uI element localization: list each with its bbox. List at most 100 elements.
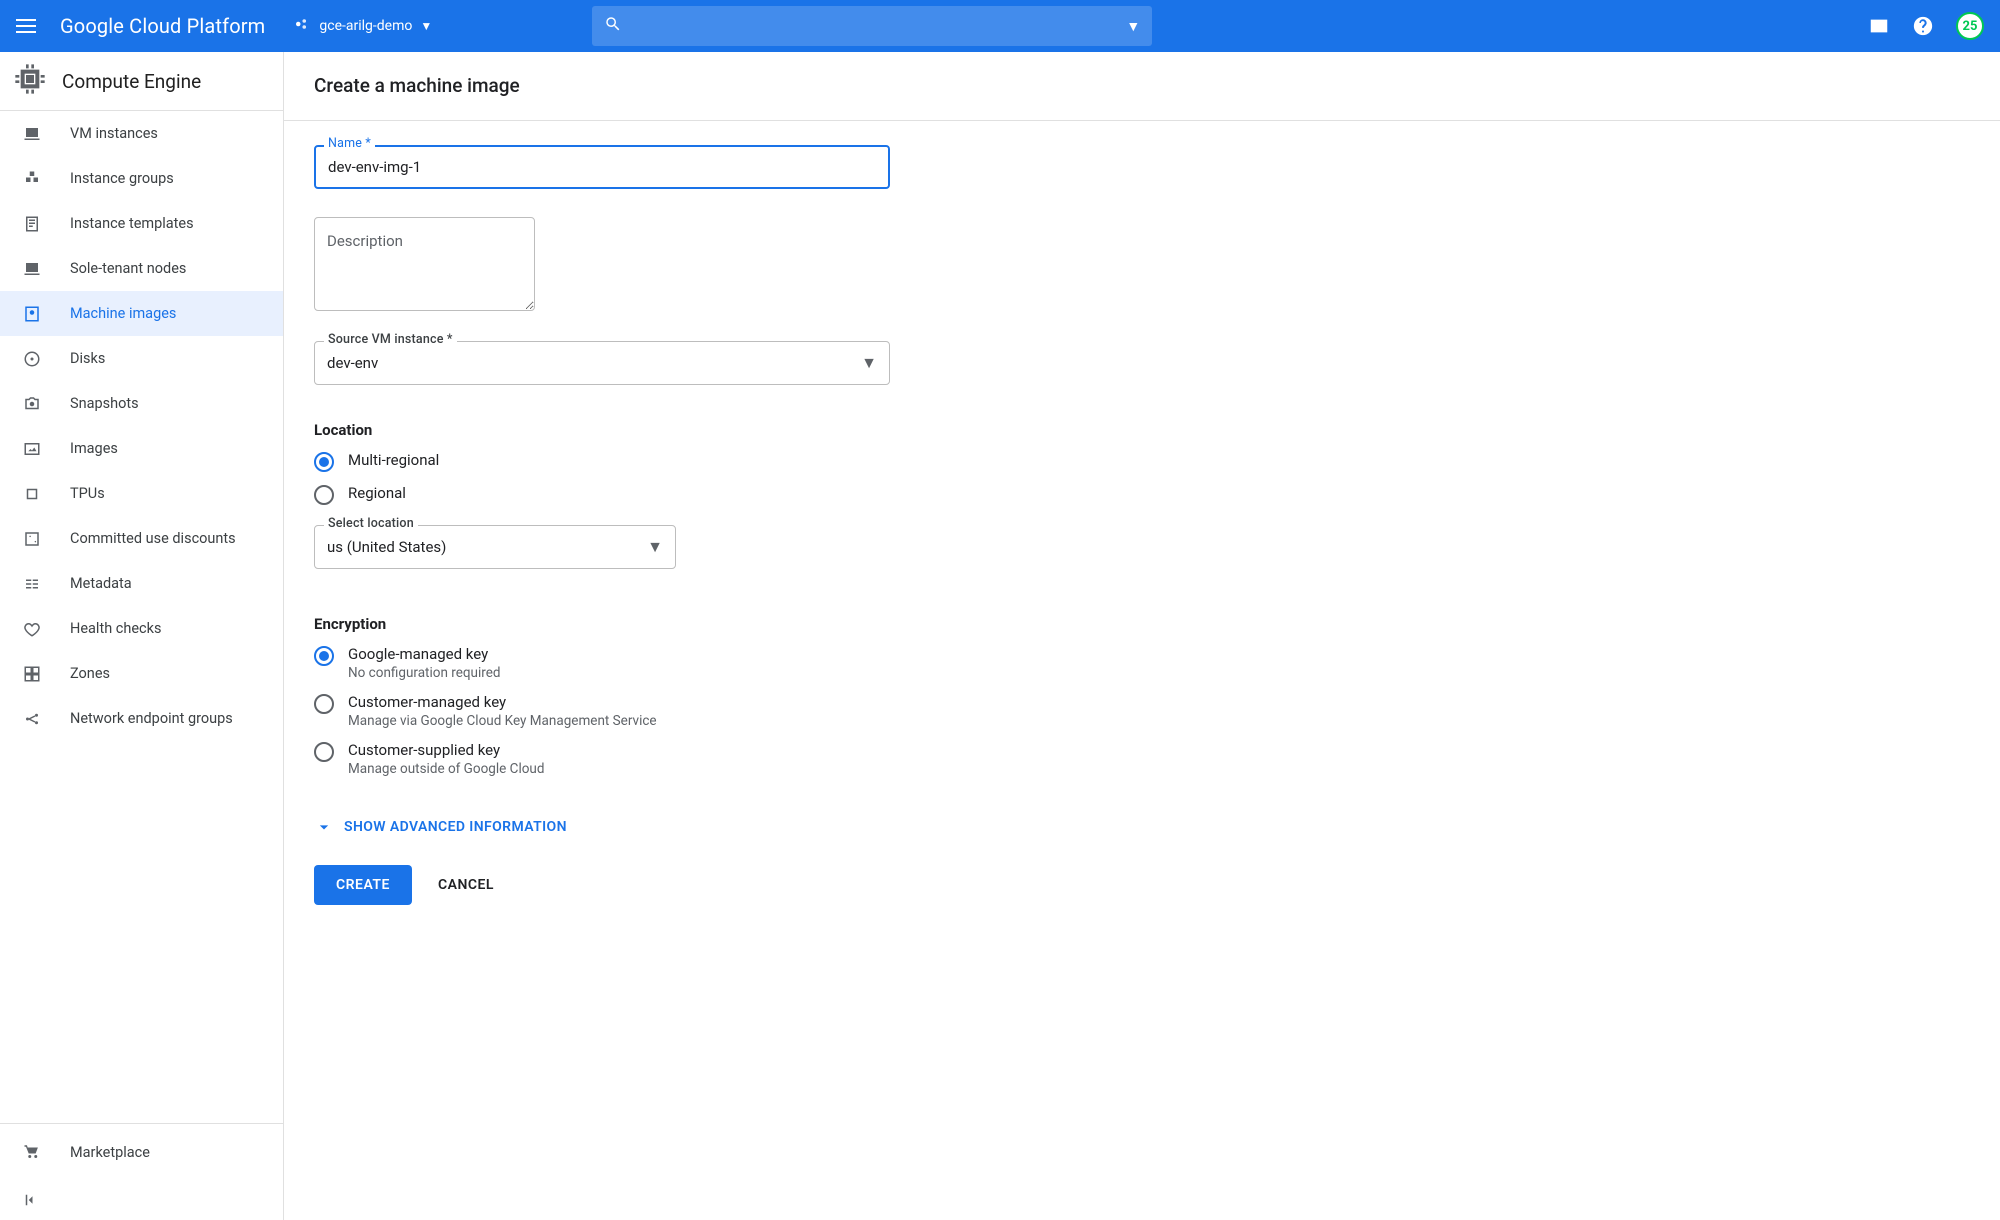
sidebar-item-label: Zones <box>70 665 110 682</box>
sidebar-item-label: Health checks <box>70 620 161 637</box>
chevron-down-icon <box>314 817 334 837</box>
radio-label: Regional <box>348 484 406 502</box>
location-radio-multi-regional[interactable]: Multi-regional <box>314 451 1174 472</box>
percent-icon <box>22 529 42 549</box>
search-icon <box>604 15 622 37</box>
tpu-icon <box>22 484 42 504</box>
create-button[interactable]: CREATE <box>314 865 412 905</box>
sidebar-item-instance-templates[interactable]: Instance templates <box>0 201 283 246</box>
cloud-shell-icon[interactable] <box>1868 15 1890 37</box>
source-vm-label: Source VM instance * <box>324 332 457 347</box>
radio-label: Customer-managed key <box>348 693 657 711</box>
sidebar-item-images[interactable]: Images <box>0 426 283 471</box>
sidebar-item-label: VM instances <box>70 125 158 142</box>
description-input[interactable] <box>314 217 535 311</box>
sidebar-item-label: Images <box>70 440 118 457</box>
snapshot-icon <box>22 394 42 414</box>
radio-sublabel: Manage via Google Cloud Key Management S… <box>348 713 657 729</box>
sidebar-item-label: Machine images <box>70 305 176 322</box>
collapse-sidebar-button[interactable] <box>0 1180 283 1220</box>
search-bar[interactable]: ▼ <box>592 6 1152 46</box>
location-radio-regional[interactable]: Regional <box>314 484 1174 505</box>
sidebar-item-snapshots[interactable]: Snapshots <box>0 381 283 426</box>
node-icon <box>22 259 42 279</box>
meta-icon <box>22 574 42 594</box>
hamburger-menu-icon[interactable] <box>16 14 40 38</box>
vm-icon <box>22 124 42 144</box>
caret-down-icon: ▼ <box>861 353 877 373</box>
show-advanced-label: SHOW ADVANCED INFORMATION <box>344 819 567 835</box>
source-vm-select[interactable]: Source VM instance * dev-env ▼ <box>314 341 890 385</box>
service-title: Compute Engine <box>62 70 201 93</box>
page-title: Create a machine image <box>284 52 2000 120</box>
sidebar-item-instance-groups[interactable]: Instance groups <box>0 156 283 201</box>
sidebar-item-tpus[interactable]: TPUs <box>0 471 283 516</box>
sidebar-item-vm-instances[interactable]: VM instances <box>0 111 283 156</box>
location-heading: Location <box>314 421 1174 439</box>
sidebar-item-committed-use-discounts[interactable]: Committed use discounts <box>0 516 283 561</box>
search-caret-down-icon[interactable]: ▼ <box>1126 18 1140 35</box>
sidebar-item-health-checks[interactable]: Health checks <box>0 606 283 651</box>
sidebar-item-metadata[interactable]: Metadata <box>0 561 283 606</box>
disk-icon <box>22 349 42 369</box>
location-select-value: us (United States) <box>327 538 446 556</box>
sidebar-item-disks[interactable]: Disks <box>0 336 283 381</box>
main-content: Create a machine image Name * Source VM … <box>284 52 2000 1220</box>
sidebar-item-marketplace[interactable]: Marketplace <box>0 1124 283 1180</box>
project-icon <box>293 15 311 37</box>
name-input[interactable] <box>328 158 876 176</box>
encryption-radio-customer-supplied-key[interactable]: Customer-supplied key Manage outside of G… <box>314 741 1174 777</box>
radio-label: Google-managed key <box>348 645 501 663</box>
radio-icon <box>314 646 334 666</box>
sidebar-item-label: Committed use discounts <box>70 530 236 547</box>
project-picker[interactable]: gce-arilg-demo ▼ <box>293 15 432 37</box>
caret-down-icon: ▼ <box>647 537 663 557</box>
caret-down-icon: ▼ <box>420 19 432 33</box>
radio-icon <box>314 742 334 762</box>
template-icon <box>22 214 42 234</box>
health-icon <box>22 619 42 639</box>
sidebar-item-label: Snapshots <box>70 395 139 412</box>
encryption-radio-customer-managed-key[interactable]: Customer-managed key Manage via Google Cl… <box>314 693 1174 729</box>
sidebar-item-label: TPUs <box>70 485 105 502</box>
location-select[interactable]: Select location us (United States) ▼ <box>314 525 676 569</box>
sidebar-item-sole-tenant-nodes[interactable]: Sole-tenant nodes <box>0 246 283 291</box>
compute-engine-icon <box>14 63 46 99</box>
gcp-logo[interactable]: Google Cloud Platform <box>60 14 265 38</box>
name-field[interactable]: Name * <box>314 145 890 189</box>
encryption-radio-google-managed-key[interactable]: Google-managed key No configuration requi… <box>314 645 1174 681</box>
radio-icon <box>314 452 334 472</box>
show-advanced-toggle[interactable]: SHOW ADVANCED INFORMATION <box>314 817 1174 837</box>
description-field[interactable] <box>314 217 890 315</box>
sidebar-item-label: Marketplace <box>70 1144 150 1161</box>
help-icon[interactable] <box>1912 15 1934 37</box>
sidebar-item-label: Instance groups <box>70 170 174 187</box>
sidebar-item-zones[interactable]: Zones <box>0 651 283 696</box>
sidebar-item-machine-images[interactable]: Machine images <box>0 291 283 336</box>
project-name: gce-arilg-demo <box>319 18 412 34</box>
group-icon <box>22 169 42 189</box>
topbar: Google Cloud Platform gce-arilg-demo ▼ ▼… <box>0 0 2000 52</box>
encryption-heading: Encryption <box>314 615 1174 633</box>
radio-sublabel: Manage outside of Google Cloud <box>348 761 544 777</box>
radio-label: Multi-regional <box>348 451 439 469</box>
sidebar: Compute Engine VM instances Instance grou… <box>0 52 284 1220</box>
sidebar-item-label: Instance templates <box>70 215 194 232</box>
sidebar-item-label: Metadata <box>70 575 132 592</box>
radio-icon <box>314 485 334 505</box>
sidebar-item-network-endpoint-groups[interactable]: Network endpoint groups <box>0 696 283 741</box>
radio-label: Customer-supplied key <box>348 741 544 759</box>
service-header: Compute Engine <box>0 52 283 110</box>
radio-sublabel: No configuration required <box>348 665 501 681</box>
sidebar-item-label: Network endpoint groups <box>70 710 233 727</box>
neg-icon <box>22 709 42 729</box>
sidebar-item-label: Disks <box>70 350 105 367</box>
sidebar-item-label: Sole-tenant nodes <box>70 260 186 277</box>
search-input[interactable] <box>632 17 1126 35</box>
marketplace-icon <box>22 1142 42 1162</box>
zones-icon <box>22 664 42 684</box>
credit-badge[interactable]: 25 <box>1956 12 1984 40</box>
source-vm-value: dev-env <box>327 354 378 372</box>
radio-icon <box>314 694 334 714</box>
cancel-button[interactable]: CANCEL <box>438 877 494 893</box>
